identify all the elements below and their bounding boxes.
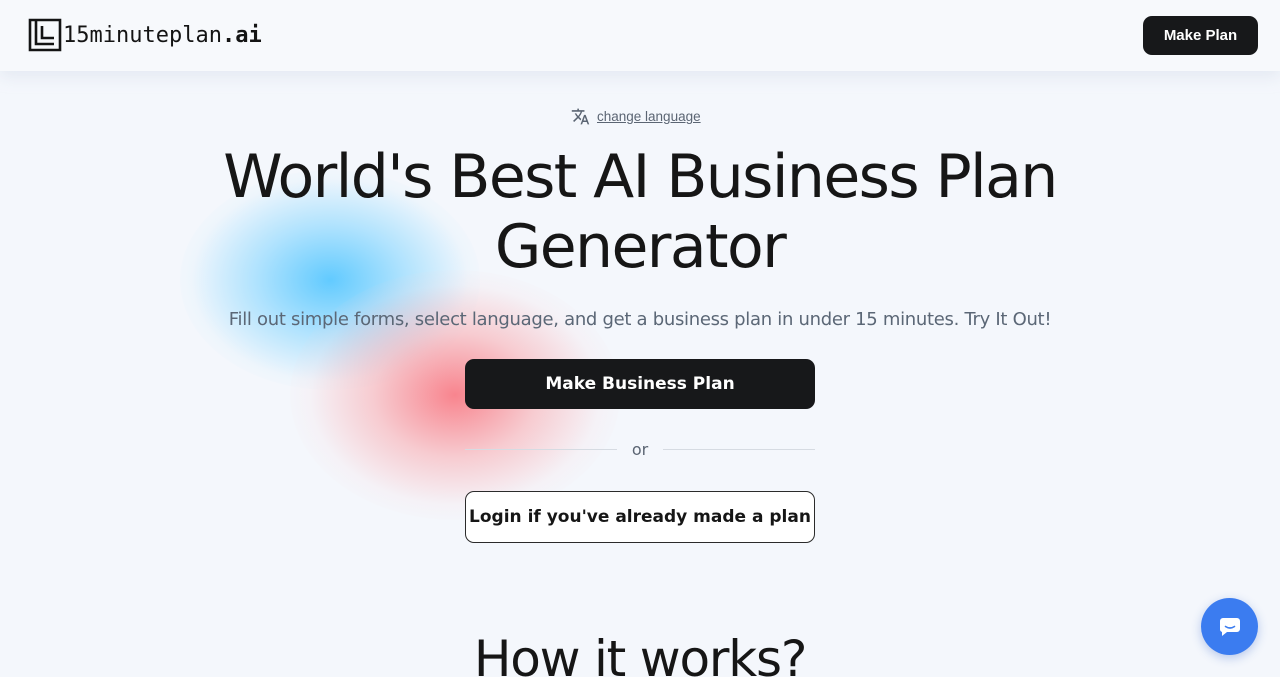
make-business-plan-button[interactable]: Make Business Plan bbox=[465, 359, 815, 409]
divider-text: or bbox=[631, 439, 649, 459]
chat-button[interactable] bbox=[1201, 598, 1258, 655]
hero-subtitle: Fill out simple forms, select language, … bbox=[228, 309, 1052, 330]
divider-line-right bbox=[663, 448, 815, 450]
logo[interactable]: 15minuteplan.ai bbox=[28, 18, 262, 52]
how-it-works-heading: How it works? bbox=[473, 630, 808, 677]
maze-logo-icon bbox=[28, 18, 62, 52]
page-title: World's Best AI Business Plan Generator bbox=[140, 142, 1140, 282]
logo-text: 15minuteplan.ai bbox=[63, 23, 262, 48]
logo-suffix: .ai bbox=[221, 22, 262, 48]
landing-page: 15minuteplan.ai Make Plan change languag… bbox=[0, 0, 1280, 677]
title-line-2: Generator bbox=[494, 212, 787, 282]
divider-line-left bbox=[465, 448, 617, 450]
translate-icon bbox=[571, 108, 590, 125]
site-header: 15minuteplan.ai Make Plan bbox=[0, 0, 1280, 71]
login-button[interactable]: Login if you've already made a plan bbox=[465, 491, 815, 543]
hero-section: change language World's Best AI Business… bbox=[0, 0, 1280, 677]
change-language-link[interactable]: change language bbox=[597, 109, 701, 124]
header-make-plan-button[interactable]: Make Plan bbox=[1143, 16, 1258, 55]
title-line-1: World's Best AI Business Plan bbox=[223, 142, 1058, 212]
change-language[interactable]: change language bbox=[571, 107, 701, 126]
or-divider: or bbox=[465, 439, 815, 459]
chat-bubble-icon bbox=[1219, 617, 1240, 636]
logo-name: 15minuteplan bbox=[63, 22, 222, 48]
